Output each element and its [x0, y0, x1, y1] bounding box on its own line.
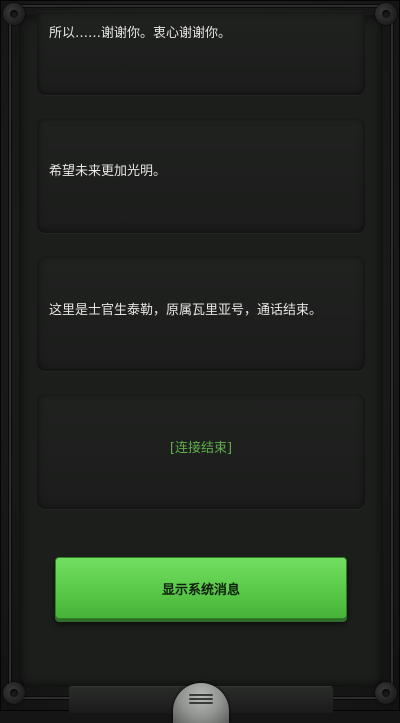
corner-rivet-icon — [375, 682, 397, 704]
game-frame: 所以……谢谢你。衷心谢谢你。 希望未来更加光明。 这里是士官生泰勒，原属瓦里亚号… — [0, 0, 400, 723]
corner-rivet-icon — [3, 682, 25, 704]
message-text: 希望未来更加光明。 — [49, 164, 167, 179]
message-panel — [37, 11, 365, 95]
message-text: 这里是士官生泰勒，原属瓦里亚号，通话结束。 — [49, 303, 323, 318]
show-system-messages-button[interactable]: 显示系统消息 — [55, 557, 347, 619]
corner-rivet-icon — [3, 3, 25, 25]
message-text: 所以……谢谢你。衷心谢谢你。 — [49, 26, 232, 41]
corner-rivet-icon — [375, 3, 397, 25]
connection-ended-text: [连接结束] — [169, 441, 233, 456]
hamburger-menu-icon[interactable] — [189, 692, 213, 708]
